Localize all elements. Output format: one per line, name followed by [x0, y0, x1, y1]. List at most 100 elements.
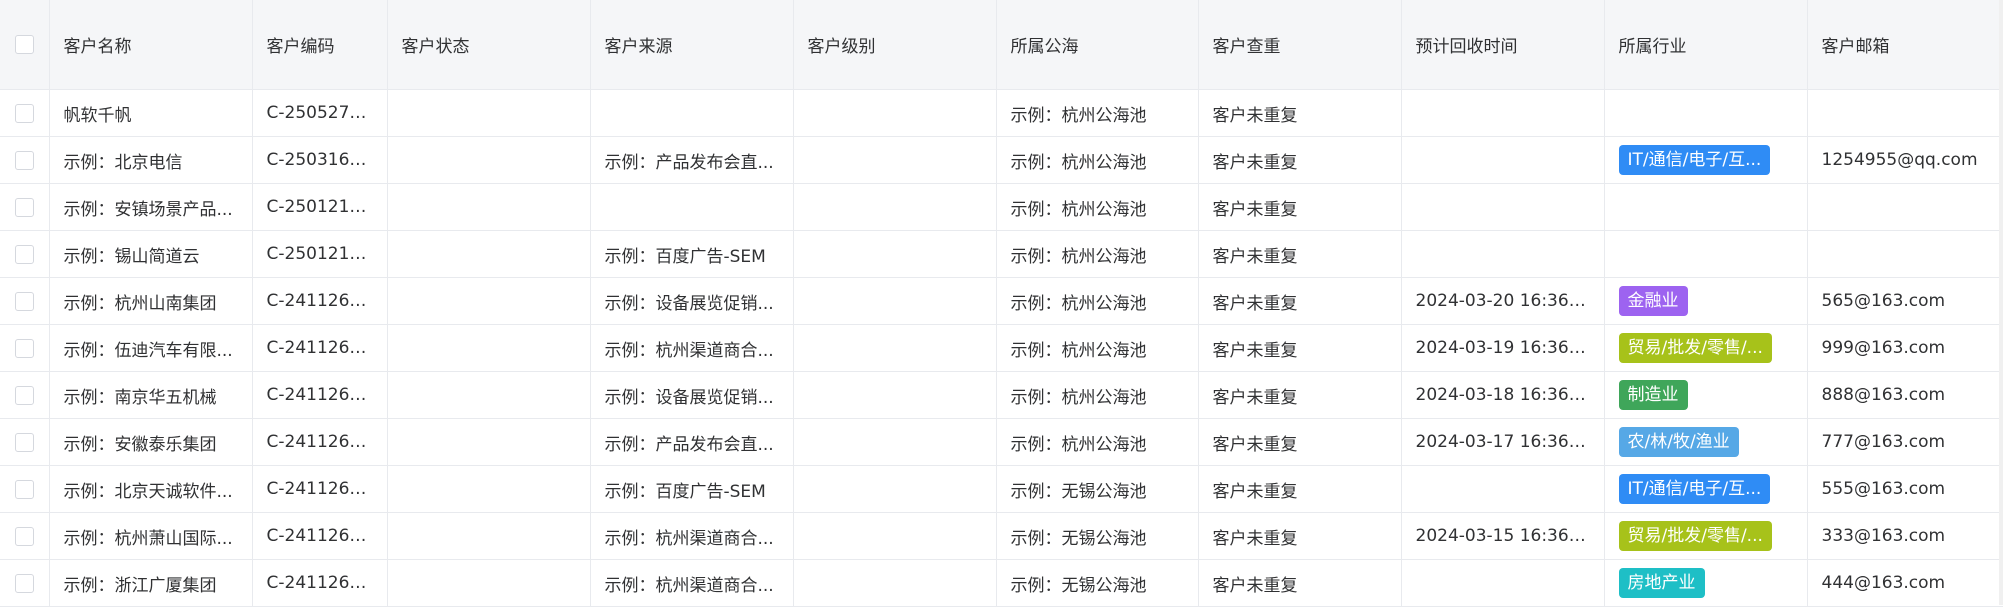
recycle-time-cell	[1401, 89, 1605, 137]
customer-name-cell[interactable]: 示例：伍迪汽车有限...	[49, 324, 253, 372]
row-checkbox[interactable]	[14, 103, 34, 123]
table-row[interactable]: 示例：伍迪汽车有限... C-241126-1... 示例：杭州渠道商合... 示例：…	[0, 324, 2003, 372]
recycle-time-cell: 2024-03-17 16:36:56	[1401, 418, 1605, 466]
table-edge	[1999, 0, 2003, 605]
industry-tag: 农/林/牧/渔业	[1618, 427, 1739, 457]
row-checkbox[interactable]	[14, 432, 34, 452]
column-header-customer-code[interactable]: 客户编码	[252, 0, 388, 90]
column-header-industry[interactable]: 所属行业	[1604, 0, 1808, 90]
row-checkbox[interactable]	[14, 526, 34, 546]
customer-name-cell[interactable]: 帆软千帆	[49, 89, 253, 137]
customer-source-cell: 示例：百度广告-SEM	[590, 230, 794, 278]
public-pool-cell: 示例：杭州公海池	[996, 277, 1199, 325]
column-header-recycle-time[interactable]: 预计回收时间	[1401, 0, 1605, 90]
row-select-cell[interactable]	[0, 277, 50, 325]
table-row[interactable]: 帆软千帆 C-250527-0... 示例：杭州公海池 客户未重复	[0, 89, 2003, 137]
customer-source-cell: 示例：设备展览促销...	[590, 277, 794, 325]
email-cell	[1807, 89, 2003, 137]
table-row[interactable]: 示例：南京华五机械 C-241126-1... 示例：设备展览促销... 示例：杭州公…	[0, 371, 2003, 419]
table-row[interactable]: 示例：北京电信 C-250316-0... 示例：产品发布会直... 示例：杭州公海池…	[0, 136, 2003, 184]
select-all-cell[interactable]	[0, 0, 50, 90]
customer-code-cell: C-250121-0...	[252, 183, 388, 231]
customer-name-cell[interactable]: 示例：安徽泰乐集团	[49, 418, 253, 466]
industry-tag: 制造业	[1618, 380, 1688, 410]
customer-name-cell[interactable]: 示例：南京华五机械	[49, 371, 253, 419]
duplicate-check-cell: 客户未重复	[1198, 230, 1402, 278]
row-select-cell[interactable]	[0, 183, 50, 231]
industry-cell	[1604, 183, 1808, 231]
row-select-cell[interactable]	[0, 89, 50, 137]
customer-name-cell[interactable]: 示例：北京电信	[49, 136, 253, 184]
duplicate-check-cell: 客户未重复	[1198, 89, 1402, 137]
customer-source-cell: 示例：产品发布会直...	[590, 136, 794, 184]
row-checkbox[interactable]	[14, 338, 34, 358]
customer-name-cell[interactable]: 示例：浙江广厦集团	[49, 559, 253, 607]
industry-tag: IT/通信/电子/互...	[1618, 145, 1771, 175]
table-row[interactable]: 示例：安徽泰乐集团 C-241126-1... 示例：产品发布会直... 示例：杭州公…	[0, 418, 2003, 466]
customer-name-cell[interactable]: 示例：杭州萧山国际...	[49, 512, 253, 560]
customer-status-cell	[387, 371, 591, 419]
row-checkbox[interactable]	[14, 244, 34, 264]
customer-source-cell: 示例：杭州渠道商合...	[590, 324, 794, 372]
column-header-customer-name[interactable]: 客户名称	[49, 0, 253, 90]
customer-level-cell	[793, 89, 997, 137]
customer-level-cell	[793, 324, 997, 372]
column-header-duplicate-check[interactable]: 客户查重	[1198, 0, 1402, 90]
column-header-customer-status[interactable]: 客户状态	[387, 0, 591, 90]
row-select-cell[interactable]	[0, 371, 50, 419]
table-row[interactable]: 示例：北京天诚软件... C-241126-1... 示例：百度广告-SEM 示例：无…	[0, 465, 2003, 513]
customer-code-cell: C-241126-1...	[252, 418, 388, 466]
customer-level-cell	[793, 512, 997, 560]
industry-cell: IT/通信/电子/互...	[1604, 465, 1808, 513]
customer-level-cell	[793, 230, 997, 278]
industry-cell	[1604, 230, 1808, 278]
customer-level-cell	[793, 277, 997, 325]
industry-cell: 农/林/牧/渔业	[1604, 418, 1808, 466]
customer-code-cell: C-241126-1...	[252, 512, 388, 560]
industry-tag: IT/通信/电子/互...	[1618, 474, 1771, 504]
table-row[interactable]: 示例：浙江广厦集团 C-241126-1... 示例：杭州渠道商合... 示例：无锡公…	[0, 559, 2003, 607]
customer-source-cell: 示例：设备展览促销...	[590, 371, 794, 419]
table-row[interactable]: 示例：安镇场景产品... C-250121-0... 示例：杭州公海池 客户未重复	[0, 183, 2003, 231]
row-select-cell[interactable]	[0, 465, 50, 513]
customer-name-cell[interactable]: 示例：北京天诚软件...	[49, 465, 253, 513]
customer-name-cell[interactable]: 示例：锡山简道云	[49, 230, 253, 278]
customer-status-cell	[387, 277, 591, 325]
public-pool-cell: 示例：无锡公海池	[996, 559, 1199, 607]
row-checkbox[interactable]	[14, 385, 34, 405]
customer-status-cell	[387, 324, 591, 372]
public-pool-cell: 示例：杭州公海池	[996, 230, 1199, 278]
duplicate-check-cell: 客户未重复	[1198, 559, 1402, 607]
table-row[interactable]: 示例：杭州山南集团 C-241126-1... 示例：设备展览促销... 示例：杭州公…	[0, 277, 2003, 325]
row-select-cell[interactable]	[0, 324, 50, 372]
row-select-cell[interactable]	[0, 559, 50, 607]
row-checkbox[interactable]	[14, 150, 34, 170]
column-header-email[interactable]: 客户邮箱	[1807, 0, 2003, 90]
row-checkbox[interactable]	[14, 291, 34, 311]
email-cell: 555@163.com	[1807, 465, 2003, 513]
duplicate-check-cell: 客户未重复	[1198, 512, 1402, 560]
customer-name-cell[interactable]: 示例：杭州山南集团	[49, 277, 253, 325]
duplicate-check-cell: 客户未重复	[1198, 183, 1402, 231]
row-select-cell[interactable]	[0, 418, 50, 466]
recycle-time-cell	[1401, 559, 1605, 607]
industry-tag: 贸易/批发/零售/...	[1618, 333, 1772, 363]
row-select-cell[interactable]	[0, 512, 50, 560]
customer-status-cell	[387, 230, 591, 278]
row-checkbox[interactable]	[14, 197, 34, 217]
customer-status-cell	[387, 418, 591, 466]
customer-status-cell	[387, 559, 591, 607]
table-row[interactable]: 示例：锡山简道云 C-250121-0... 示例：百度广告-SEM 示例：杭州公海池…	[0, 230, 2003, 278]
column-header-customer-level[interactable]: 客户级别	[793, 0, 997, 90]
select-all-checkbox[interactable]	[14, 35, 34, 54]
column-header-customer-source[interactable]: 客户来源	[590, 0, 794, 90]
customer-name-cell[interactable]: 示例：安镇场景产品...	[49, 183, 253, 231]
row-select-cell[interactable]	[0, 230, 50, 278]
row-checkbox[interactable]	[14, 573, 34, 593]
row-checkbox[interactable]	[14, 479, 34, 499]
table-row[interactable]: 示例：杭州萧山国际... C-241126-1... 示例：杭州渠道商合... 示例：…	[0, 512, 2003, 560]
customer-code-cell: C-241126-1...	[252, 371, 388, 419]
customer-status-cell	[387, 136, 591, 184]
row-select-cell[interactable]	[0, 136, 50, 184]
column-header-public-pool[interactable]: 所属公海	[996, 0, 1199, 90]
